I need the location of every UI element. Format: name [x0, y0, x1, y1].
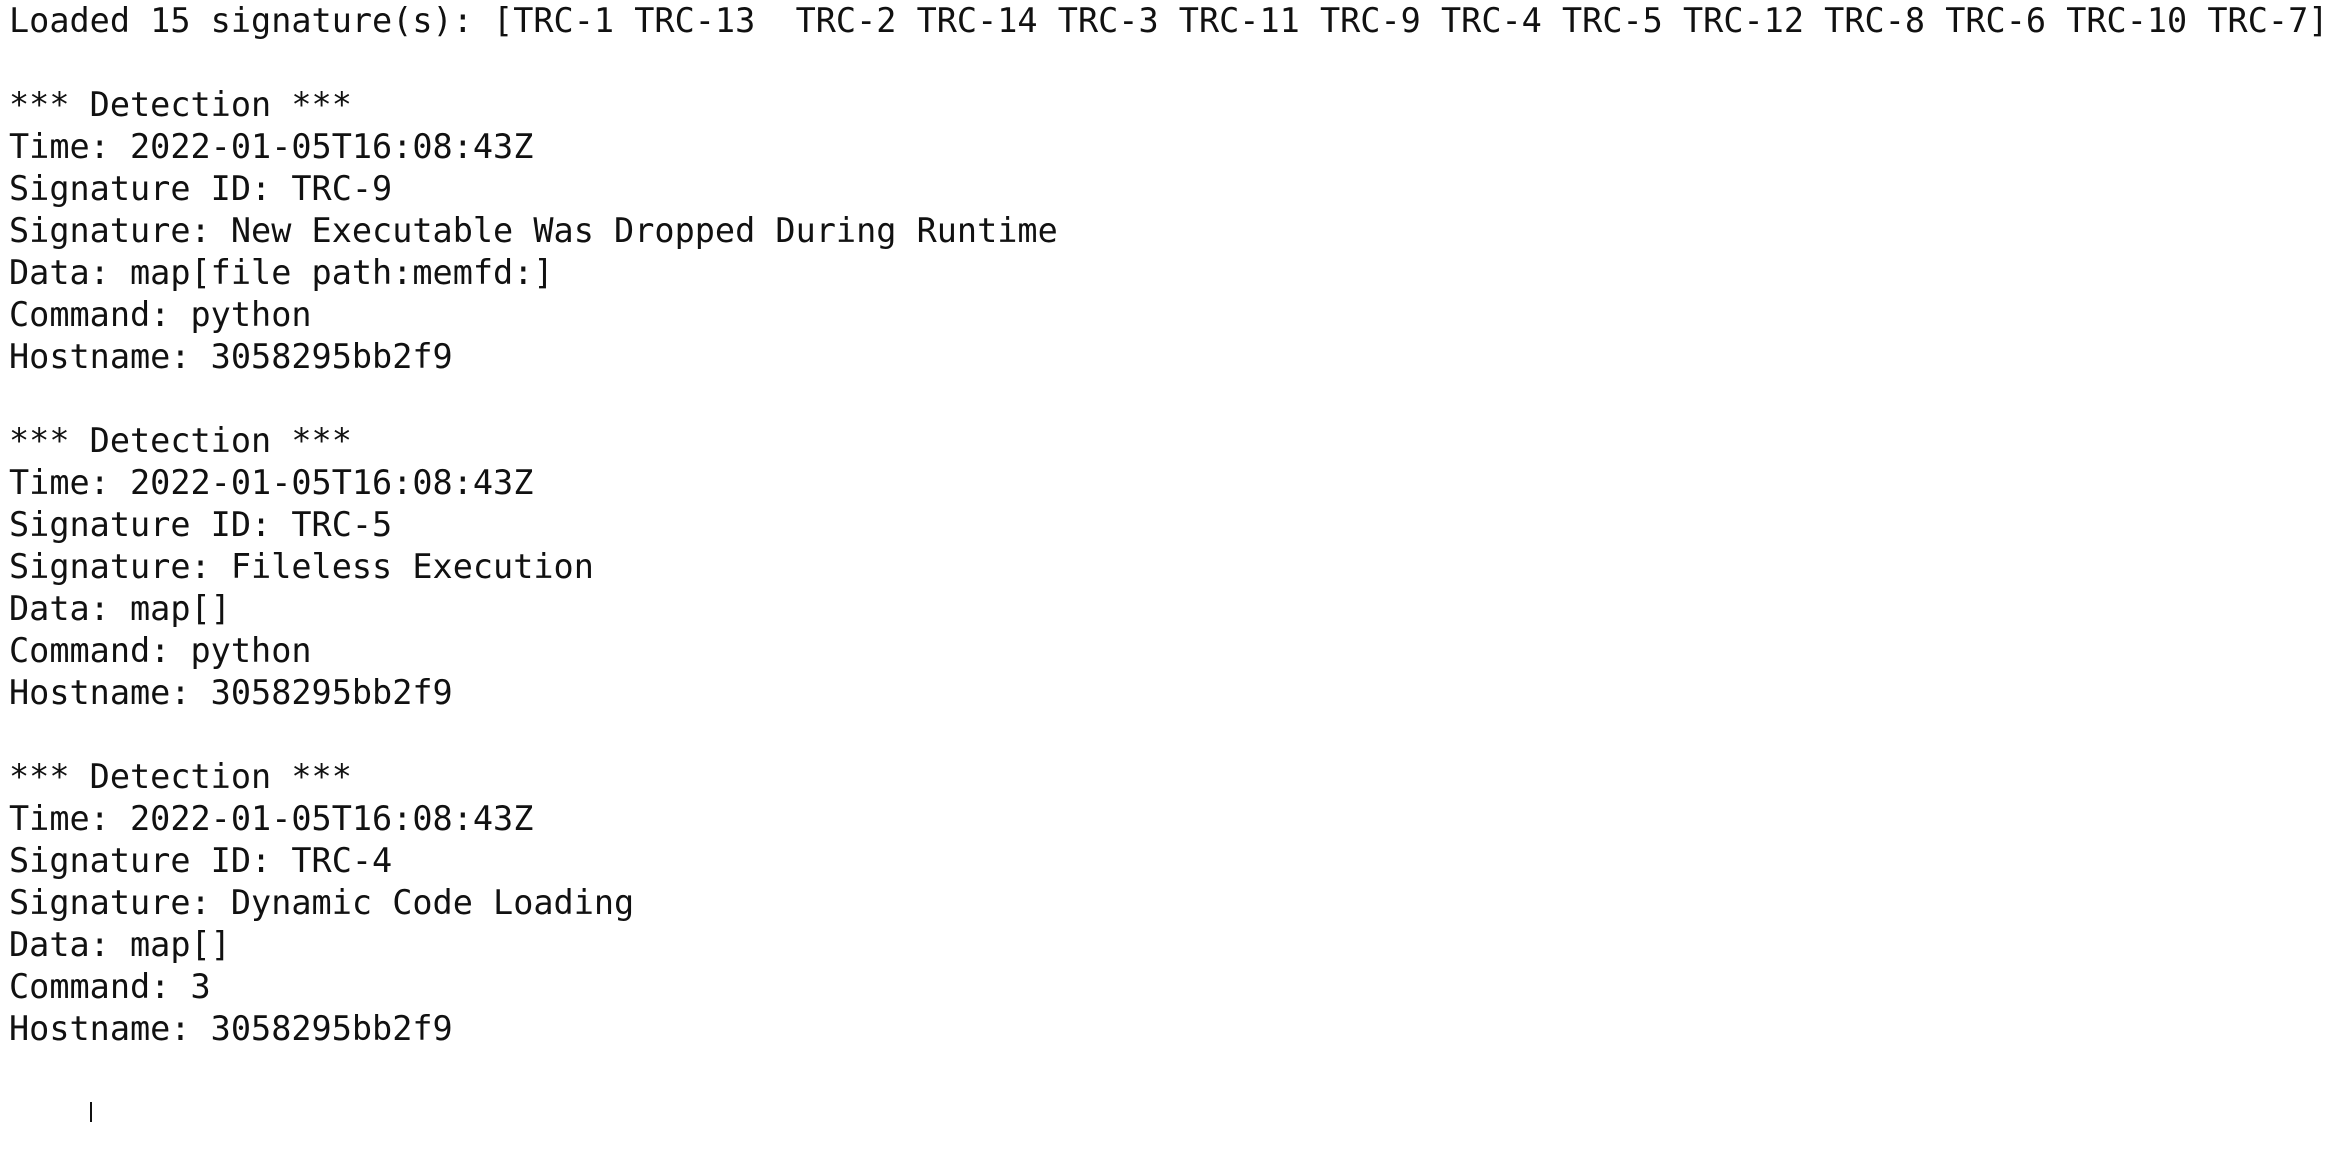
detection-signature: Signature: New Executable Was Dropped Du… — [9, 211, 1058, 250]
text-cursor — [89, 1102, 92, 1122]
detection-command: Command: python — [9, 295, 312, 334]
detection-data: Data: map[] — [9, 925, 231, 964]
detection-hostname: Hostname: 3058295bb2f9 — [9, 1009, 453, 1048]
prompt-line[interactable] — [9, 1050, 2352, 1122]
terminal-output[interactable]: Loaded 15 signature(s): [TRC-1 TRC-13 TR… — [0, 0, 2352, 1122]
detection-data: Data: map[] — [9, 589, 231, 628]
detection-hostname: Hostname: 3058295bb2f9 — [9, 337, 453, 376]
detection-time: Time: 2022-01-05T16:08:43Z — [9, 127, 534, 166]
detection-signature-id: Signature ID: TRC-5 — [9, 505, 393, 544]
detection-hostname: Hostname: 3058295bb2f9 — [9, 673, 453, 712]
detection-header: *** Detection *** — [9, 85, 352, 124]
detection-block: *** Detection *** Time: 2022-01-05T16:08… — [9, 84, 2352, 378]
detection-command: Command: 3 — [9, 967, 211, 1006]
detection-header: *** Detection *** — [9, 757, 352, 796]
detection-time: Time: 2022-01-05T16:08:43Z — [9, 463, 534, 502]
detection-time: Time: 2022-01-05T16:08:43Z — [9, 799, 534, 838]
detection-signature: Signature: Fileless Execution — [9, 547, 594, 586]
detection-block: *** Detection *** Time: 2022-01-05T16:08… — [9, 420, 2352, 714]
loaded-signatures-line: Loaded 15 signature(s): [TRC-1 TRC-13 TR… — [9, 1, 2329, 40]
detection-header: *** Detection *** — [9, 421, 352, 460]
detection-signature-id: Signature ID: TRC-4 — [9, 841, 393, 880]
detection-block: *** Detection *** Time: 2022-01-05T16:08… — [9, 756, 2352, 1050]
detection-command: Command: python — [9, 631, 312, 670]
detection-signature: Signature: Dynamic Code Loading — [9, 883, 635, 922]
detection-signature-id: Signature ID: TRC-9 — [9, 169, 393, 208]
detection-data: Data: map[file path:memfd:] — [9, 253, 554, 292]
